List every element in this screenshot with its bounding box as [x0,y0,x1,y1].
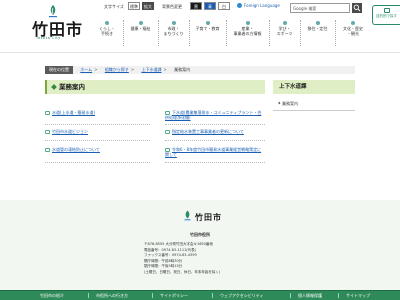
color-blue-button[interactable]: 青 [204,2,216,10]
breadcrumb-organization[interactable]: 組織から探す [105,67,129,72]
footer-site-name: 竹田市 [195,212,222,222]
gnav-item-living[interactable]: くらし・ 手続き [92,20,122,46]
footer-nav-separator [290,293,291,298]
page-icon [45,111,50,115]
gnav-item-childcare[interactable]: 子育て・教育 [189,20,225,46]
footer-nav-separator [338,293,339,298]
purpose-search-button[interactable]: 目的別で探す [372,5,400,25]
footer-holiday-note: (土曜日、日曜日、祝日、休日、年末年始を除く) [144,269,221,274]
list-divider [165,124,265,125]
footer-contact-info: 〒878-8555 大分県竹田大字会々1650番地 電話番号：0974-63-1… [144,242,264,275]
gnav-item-learning[interactable]: 学び・ スポーツ [269,20,299,46]
site-logo-subtext: Taketa City [36,36,61,40]
font-size-label: 文字サイズ [104,4,124,9]
gnav-item-health[interactable]: 健康・福祉 [123,20,157,46]
house-icon [315,21,320,25]
footer-nav-policy[interactable]: サイトポリシー [160,293,188,299]
monitor-icon [384,8,390,13]
childcare-icon [205,21,210,25]
city-logo-icon [184,210,191,221]
link-water-vision[interactable]: 竹田市水道ビジョン [45,129,150,134]
font-size-large-button[interactable]: 拡大 [142,2,154,10]
foreign-language-link[interactable]: Foreign Language [237,2,280,10]
footer-nav-separator [152,293,153,298]
industry-icon [245,21,250,25]
page-icon [45,130,50,134]
page-icon [45,148,50,152]
page-icon [165,130,170,134]
footer-nav-sitemap[interactable]: サイトマップ [346,293,370,299]
breadcrumb: 現在の位置 ホーム > 組織から探す > 上下水道課 > 業務案内 [45,66,355,74]
list-divider [165,162,265,163]
footer-nav-privacy[interactable]: 個人情報保護 [298,293,322,299]
link-contractor-renewal[interactable]: 指定給水装置工事事業者の更新について [165,129,265,134]
color-black-button[interactable]: 黒 [190,2,202,10]
learning-icon [282,21,287,25]
footer-nav-accessibility[interactable]: ウェブアクセシビリティ [220,293,264,299]
footer-nav-access[interactable]: 市役所への行き方 [96,293,128,299]
link-freeze-prevention[interactable]: 水道管の凍結防止について [45,147,150,152]
breadcrumb-home[interactable]: ホーム [80,67,92,72]
sidebar-item-business[interactable]: 業務案内 [277,101,298,106]
footer-nav-separator [212,293,213,298]
living-icon [105,21,109,25]
breadcrumb-current-page: 業務案内 [174,67,191,72]
breadcrumb-current-label: 現在の位置 [45,66,73,74]
global-nav: くらし・ 手続き 健康・福祉 市政・ まちづくり 子育て・教育 産業・ 事業者の… [92,20,370,46]
list-divider [45,140,150,141]
sidebar-title[interactable]: 上下水道課 [273,80,355,94]
gnav-item-city[interactable]: 市政・ まちづくり [158,20,188,46]
link-management-strategy[interactable]: 令和6・8年度竹田市簡易水道事業経営戦略策定に関して [165,147,265,157]
list-divider [45,162,150,163]
site-header: 竹田市 Taketa City 文字サイズ 標準 拡大 背景色変更 黒 青 白 … [0,0,400,52]
search-input[interactable]: Google 検索 [290,3,350,13]
culture-icon [351,21,355,25]
list-divider [165,140,265,141]
globe-icon [237,3,242,8]
gnav-item-culture[interactable]: 文化・歴史 ・観光 [335,20,370,46]
gnav-item-migration[interactable]: 移住・定住 [300,20,334,46]
chevron-right-icon [277,101,281,105]
link-sewerage[interactable]: 下水道(農業集落排水・コミュニティプラント・合併処理浄化槽) [165,110,265,120]
color-white-button[interactable]: 白 [218,2,230,10]
city-icon [171,21,176,25]
breadcrumb-department[interactable]: 上下水道課 [141,67,161,72]
color-change-label: 背景色変更 [162,4,182,9]
footer-nav-about[interactable]: 竹田市の紹介 [40,293,64,299]
link-water-supply[interactable]: 水道(上水道・簡易水道) [45,110,150,115]
list-divider [45,124,150,125]
health-icon [138,21,143,25]
page-title: 業務案内 [45,80,265,94]
header-divider [0,52,400,53]
search-icon [353,4,361,12]
footer-nav-separator [88,293,89,298]
search-button[interactable] [352,3,362,13]
diamond-icon [51,84,57,90]
gnav-item-industry[interactable]: 産業・ 事業者の方情報 [226,20,268,46]
footer-nav: 竹田市の紹介 市役所への行き方 サイトポリシー ウェブアクセシビリティ 個人情報… [0,290,400,300]
sidebar-divider [273,110,355,111]
font-size-standard-button[interactable]: 標準 [128,2,140,10]
footer-office-name: 竹田市役所 [190,232,210,237]
